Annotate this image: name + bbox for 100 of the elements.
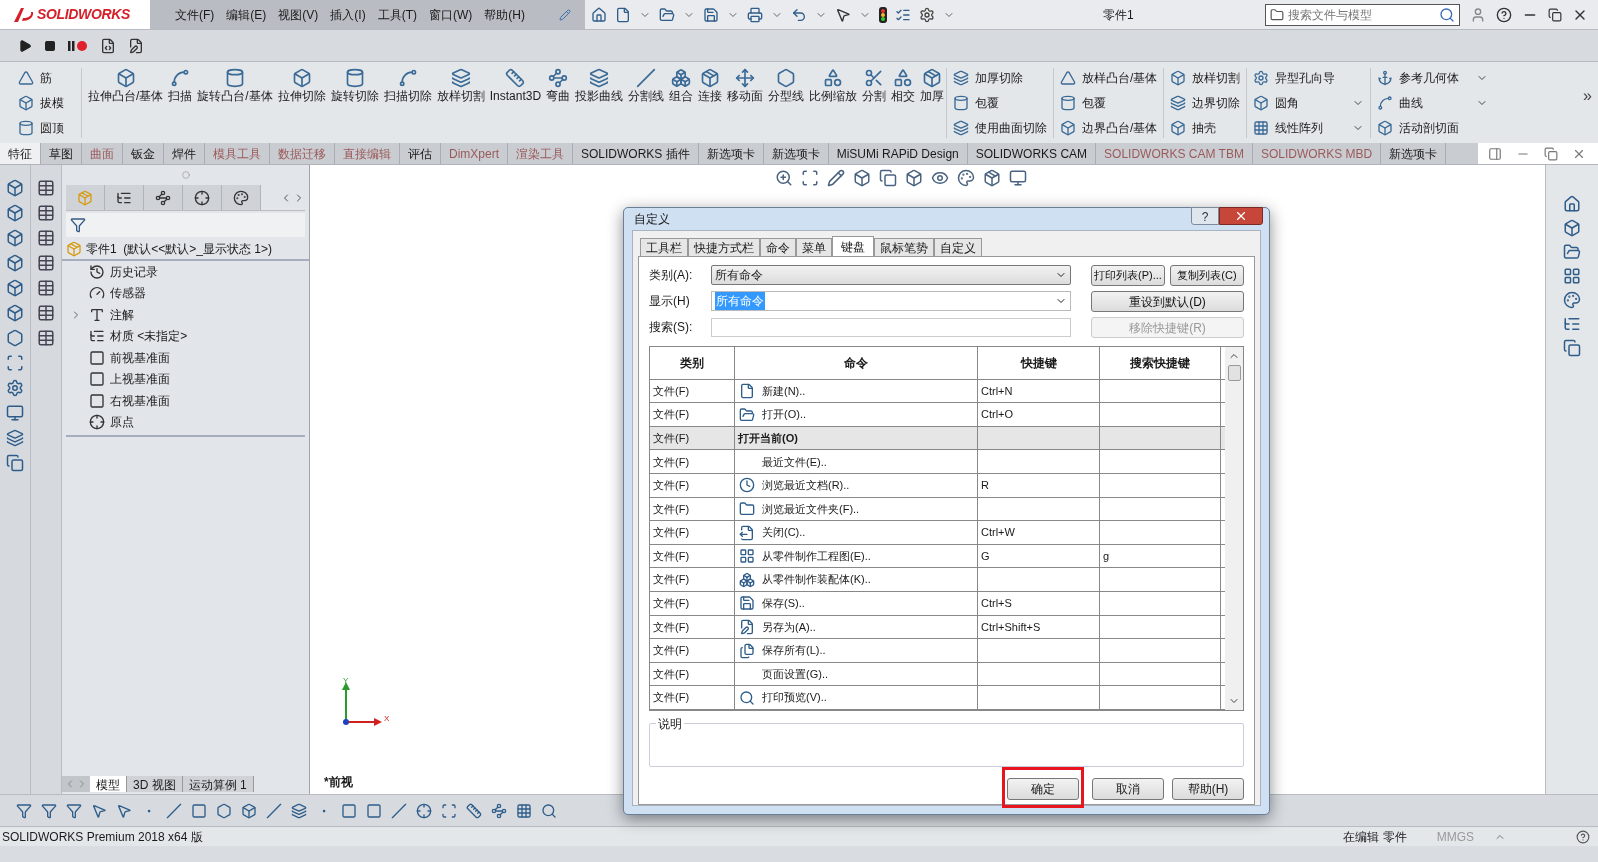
ribbon-button[interactable]: 连接 [696, 68, 725, 103]
dialog-button[interactable]: 取消 [1092, 778, 1164, 800]
tree-item[interactable]: 注解 [110, 305, 134, 324]
table-cell: 从零件制作工程图(E).. [735, 544, 978, 568]
ribbon-button[interactable]: 旋转切除 [328, 68, 381, 103]
ribbon-button[interactable]: 圆角 [1253, 92, 1365, 114]
ribbon-button[interactable]: Instant3D [487, 68, 544, 103]
view-tab[interactable]: 模型 [90, 776, 127, 792]
tree-item[interactable]: 历史记录 [110, 262, 158, 281]
dialog-tab[interactable]: 快捷方式栏 [688, 238, 760, 256]
dialog-tab[interactable]: 自定义 [934, 238, 982, 256]
more-button[interactable]: » [1583, 84, 1592, 108]
tree-item[interactable]: 上视基准面 [110, 370, 170, 389]
ribbon-button[interactable]: 抽壳 [1170, 117, 1241, 138]
table-cell: Ctrl+O [978, 403, 1100, 426]
ribbon-button[interactable]: 旋转凸台/基体 [195, 68, 275, 103]
ribbon-tab[interactable]: 特征 [0, 143, 41, 164]
ribbon-button[interactable]: 曲线 [1377, 92, 1489, 114]
ribbon-button[interactable]: 分型线 [766, 68, 807, 103]
ribbon-button[interactable]: 放样切割 [434, 68, 487, 103]
dialog-button[interactable]: 复制列表(C) [1170, 265, 1244, 286]
ribbon-button[interactable]: 包覆 [953, 92, 1048, 114]
dialog-tab[interactable]: 菜单 [796, 238, 832, 256]
tree-item[interactable]: 材质 <未指定> [110, 327, 188, 346]
ribbon-button[interactable]: 加厚 [918, 68, 947, 103]
table-cell: Ctrl+S [978, 592, 1100, 615]
column-header[interactable]: 命令 [735, 347, 978, 379]
ribbon-button[interactable]: 加厚切除 [953, 68, 1048, 89]
view-tab[interactable]: 3D 视图 [127, 776, 183, 792]
menu-item[interactable]: 窗口(W) [429, 5, 473, 24]
table-cell: 文件(F) [650, 497, 735, 521]
ribbon-button[interactable]: 放样凸台/基体 [1060, 68, 1158, 89]
ribbon-button[interactable]: 拉伸切除 [275, 68, 328, 103]
tree-item[interactable]: 右视基准面 [110, 391, 170, 410]
ribbon-button[interactable]: 使用曲面切除 [953, 117, 1048, 138]
table-cell: 保存所有(L).. [735, 639, 978, 662]
ribbon-button[interactable]: 比例缩放 [807, 68, 860, 103]
dialog-tab[interactable]: 键盘 [832, 236, 874, 256]
menu-item[interactable]: 编辑(E) [226, 5, 267, 24]
ribbon-button[interactable]: 线性阵列 [1253, 117, 1365, 138]
ribbon-button[interactable]: 拉伸凸台/基体 [86, 68, 166, 103]
group-label: 说明 [656, 715, 684, 733]
menu-item[interactable]: 工具(T) [377, 5, 417, 24]
table-cell: R [978, 474, 1100, 497]
status-text: 在编辑 零件 [1343, 828, 1407, 846]
dialog-tab[interactable]: 工具栏 [640, 238, 688, 256]
ribbon-button[interactable]: 拔模 [18, 93, 81, 113]
search-field[interactable]: 搜索文件与模型 [1265, 3, 1460, 26]
tree-item[interactable]: 原点 [110, 413, 134, 432]
dialog-button[interactable]: 帮助(H) [1172, 778, 1244, 800]
ribbon-button[interactable]: 包覆 [1060, 92, 1158, 114]
ribbon-button[interactable]: 相交 [889, 68, 918, 103]
ribbon-button[interactable]: 移动面 [725, 68, 766, 103]
menu-item[interactable]: 文件(F) [175, 5, 215, 24]
ribbon-button[interactable]: 边界切除 [1170, 92, 1241, 114]
table-cell: 新建(N).. [735, 379, 978, 403]
ribbon-button[interactable]: 活动剖切面 [1377, 117, 1489, 138]
table-cell: 文件(F) [650, 450, 735, 474]
field-label: 显示(H) [649, 293, 691, 310]
ribbon-button[interactable]: 放样切割 [1170, 68, 1241, 89]
tree-item[interactable]: 传感器 [110, 284, 146, 303]
table-cell: 文件(F) [650, 474, 735, 497]
dialog-button[interactable]: 重设到默认(D) [1091, 291, 1244, 312]
dialog-button[interactable]: 确定 [1007, 778, 1079, 800]
view-tab[interactable]: 运动算例 1 [182, 776, 254, 792]
dialog-button[interactable]: 打印列表(P)... [1091, 265, 1165, 286]
ribbon-button[interactable]: 扫描切除 [381, 68, 434, 103]
ribbon-button[interactable]: 弯曲 [544, 68, 573, 103]
menu-item[interactable]: 帮助(H) [484, 5, 525, 24]
table-cell: 关闭(C).. [735, 521, 978, 544]
dialog-tab[interactable]: 鼠标笔势 [874, 238, 934, 256]
menu-item[interactable]: 插入(I) [330, 5, 366, 24]
column-header[interactable]: 搜索快捷键 [1100, 347, 1221, 379]
menu-item[interactable]: 视图(V) [278, 5, 319, 24]
ribbon-button[interactable]: 投影曲线 [573, 68, 626, 103]
ribbon-button[interactable]: 异型孔向导 [1253, 68, 1365, 89]
tree-root[interactable]: 零件1 (默认<<默认>_显示状态 1>) [86, 240, 273, 258]
search-input[interactable]: 搜索文件与模型 [1288, 5, 1435, 24]
axis-label: X [384, 713, 390, 725]
ribbon-button[interactable]: 分割线 [626, 68, 667, 103]
table-cell: 文件(F) [650, 639, 735, 662]
ribbon-button[interactable]: 扫描 [166, 68, 195, 103]
dialog-tab[interactable]: 命令 [760, 238, 796, 256]
help-button[interactable]: ? [1191, 207, 1219, 225]
ribbon-button[interactable]: 分割 [860, 68, 889, 103]
tree-item[interactable]: 前视基准面 [110, 348, 170, 367]
table-cell: 打印预览(V).. [735, 686, 978, 709]
column-header[interactable]: 快捷键 [978, 347, 1100, 379]
ribbon-button[interactable]: 参考几何体 [1377, 68, 1489, 89]
ribbon-button[interactable]: 组合 [667, 68, 696, 103]
column-header[interactable]: 类别 [650, 347, 735, 379]
field-label: 类别(A): [649, 267, 694, 284]
ribbon-button[interactable]: 筋 [18, 68, 81, 88]
table-cell: 文件(F) [650, 403, 735, 426]
table-cell: 从零件制作装配体(K).. [735, 568, 978, 592]
category-dropdown[interactable]: 所有命令 [711, 265, 1071, 285]
table-cell: 最近文件(E).. [735, 450, 978, 474]
ribbon-button[interactable]: 边界凸台/基体 [1060, 117, 1158, 138]
ribbon-button[interactable]: 圆顶 [18, 118, 81, 138]
table-cell: 文件(F) [650, 592, 735, 615]
